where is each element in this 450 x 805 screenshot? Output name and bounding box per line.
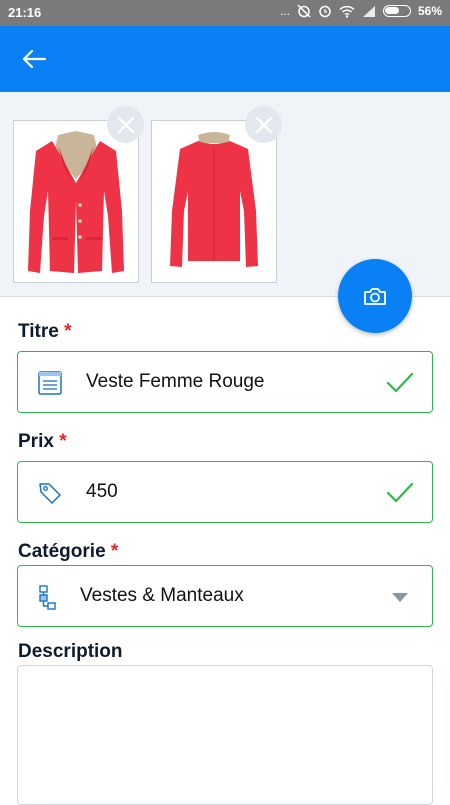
battery-percent: 56%	[417, 4, 442, 18]
title-label: Titre *	[18, 321, 72, 343]
title-label-text: Titre	[18, 321, 59, 342]
arrow-left-icon	[22, 49, 47, 69]
status-bar: 21:16 ... 56%	[0, 0, 450, 26]
alarm-off-icon	[297, 4, 311, 18]
price-label-text: Prix	[18, 431, 54, 452]
remove-photo-button[interactable]	[245, 106, 282, 143]
camera-icon	[364, 288, 386, 305]
app-bar	[0, 26, 450, 92]
add-photo-button[interactable]	[338, 259, 412, 333]
checkmark-icon	[386, 482, 414, 503]
category-label-text: Catégorie	[18, 541, 106, 562]
category-select[interactable]: Vestes & Manteaux	[17, 565, 433, 627]
jacket-back-image	[170, 132, 258, 267]
description-label: Description	[18, 641, 123, 662]
checkmark-icon	[386, 372, 414, 393]
signal-icon	[362, 5, 375, 17]
battery-icon	[382, 5, 411, 17]
status-icons: ... 56%	[280, 4, 442, 18]
required-mark: *	[59, 431, 67, 452]
close-icon	[117, 116, 134, 133]
back-button[interactable]	[14, 41, 54, 77]
hierarchy-icon	[39, 585, 56, 610]
wifi-icon	[339, 5, 355, 18]
required-mark: *	[64, 321, 72, 342]
chevron-down-icon	[392, 593, 408, 602]
photo-thumbnail-front[interactable]	[13, 106, 144, 283]
price-tag-icon	[39, 483, 61, 504]
price-label: Prix *	[18, 431, 67, 453]
alarm-icon	[319, 5, 331, 18]
notification-dots: ...	[279, 4, 290, 18]
price-field[interactable]: 450	[17, 461, 433, 523]
description-textarea[interactable]	[17, 665, 433, 805]
required-mark: *	[110, 541, 119, 562]
photo-thumbnail-back[interactable]	[151, 106, 282, 283]
price-value: 450	[86, 481, 118, 502]
title-field[interactable]: Veste Femme Rouge	[17, 351, 433, 413]
remove-photo-button[interactable]	[107, 106, 144, 143]
jacket-front-image	[28, 131, 124, 273]
close-icon	[255, 116, 272, 133]
category-label: Catégorie *	[18, 541, 118, 563]
title-value: Veste Femme Rouge	[86, 371, 265, 392]
document-icon	[38, 371, 62, 395]
status-time: 21:16	[8, 5, 42, 20]
category-value: Vestes & Manteaux	[80, 585, 244, 606]
